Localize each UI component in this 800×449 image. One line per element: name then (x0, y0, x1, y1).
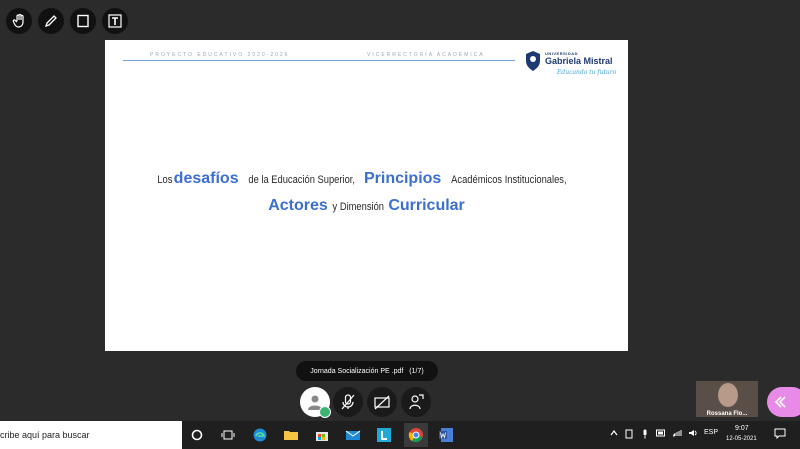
clock-date[interactable]: 12-05-2021 (726, 436, 757, 442)
language-indicator[interactable]: ESP (704, 429, 718, 436)
shared-file-pill: Jornada Socialización PE .pdf (1/7) (296, 361, 438, 381)
text-tool-icon (108, 14, 122, 28)
title-text-segment: y Dimensión (332, 201, 384, 213)
word-icon (439, 428, 453, 442)
slide-header-vicerrectoria: VICERRECTORÍA ACADÉMICA (367, 52, 485, 58)
title-text-segment: de la Educación Superior, (247, 174, 355, 186)
edge-taskbar-button[interactable] (251, 426, 269, 444)
title-highlight-word: desafíos (173, 170, 239, 187)
slide-title-line-2: Actores y Dimensión Curricular (105, 197, 628, 215)
title-text-segment: Académicos Institucionales, (451, 174, 567, 186)
store-button[interactable] (313, 426, 331, 444)
mail-button[interactable] (344, 426, 362, 444)
logo-tagline: Educando tu futuro (557, 69, 617, 76)
battery-icon (656, 429, 665, 437)
slide-header-project: PROYECTO EDUCATIVO 2020-2026 (150, 52, 290, 58)
slide-divider (123, 60, 515, 61)
title-text-segment: Los (157, 174, 173, 186)
presentation-slide: PROYECTO EDUCATIVO 2020-2026 VICERRECTOR… (105, 40, 628, 351)
notifications-button[interactable] (774, 428, 786, 441)
camera-toggle-button[interactable] (367, 387, 397, 417)
clock-time[interactable]: 9:07 (735, 425, 749, 432)
folder-icon (284, 431, 298, 440)
speaker-icon (689, 430, 697, 436)
mic-toggle-button[interactable] (333, 387, 363, 417)
onedrive-tray-item[interactable] (656, 429, 666, 439)
camera-off-icon (374, 395, 390, 410)
university-logo: UNIVERSIDAD Gabriela Mistral Educando tu… (525, 48, 625, 82)
title-highlight-word: Curricular (388, 197, 465, 214)
chevron-left-icon (774, 396, 786, 408)
cortana-button[interactable] (188, 426, 206, 444)
cortana-circle-icon (191, 429, 203, 441)
usb-icon (625, 429, 633, 439)
side-panel-toggle[interactable] (767, 387, 800, 417)
chrome-icon (408, 428, 423, 443)
participant-face (718, 383, 738, 407)
store-bag-icon (316, 432, 328, 441)
network-icon (673, 430, 682, 437)
pencil-tool-button[interactable] (38, 8, 64, 34)
file-explorer-button[interactable] (282, 426, 300, 444)
logo-university-name: Gabriela Mistral (545, 56, 613, 66)
word-button[interactable] (437, 426, 455, 444)
task-view-button[interactable] (219, 426, 237, 444)
title-highlight-word: Principios (363, 170, 442, 187)
file-page-count: (1/7) (409, 367, 424, 375)
participant-video-thumbnail[interactable]: Rossana Flo... (696, 381, 758, 417)
search-placeholder: cribe aquí para buscar (0, 430, 90, 440)
microphone-icon (643, 429, 647, 439)
mail-icon (345, 430, 361, 440)
participant-name: Rossana Flo... (706, 411, 748, 417)
pencil-tool-icon (44, 15, 57, 28)
chevron-up-icon (610, 430, 618, 436)
status-check-icon (319, 406, 331, 418)
usb-tray-item[interactable] (625, 429, 633, 441)
rectangle-tool-button[interactable] (70, 8, 96, 34)
mic-off-icon (341, 394, 355, 410)
volume-tray-item[interactable] (688, 429, 698, 439)
share-person-icon (409, 394, 424, 410)
hand-tool-icon (12, 13, 24, 28)
windows-taskbar: cribe aquí para buscar ESP 9:07 12-05-20… (0, 421, 800, 449)
letter-l-app-icon (377, 428, 391, 442)
text-tool-button[interactable] (102, 8, 128, 34)
title-highlight-word: Actores (268, 197, 328, 214)
mic-tray-item[interactable] (641, 429, 649, 441)
task-view-icon (221, 430, 235, 440)
file-name: Jornada Socialización PE .pdf (310, 367, 404, 375)
show-hidden-icons-chevron[interactable] (610, 429, 618, 439)
slide-title-line-1: Los desafíos de la Educación Superior, P… (105, 170, 628, 188)
notification-speech-icon (774, 428, 786, 440)
share-screen-button[interactable] (401, 387, 431, 417)
app-l-button[interactable] (375, 426, 393, 444)
rectangle-tool-icon (77, 14, 89, 28)
self-avatar-button[interactable] (300, 387, 331, 418)
taskbar-search-box[interactable]: cribe aquí para buscar (0, 421, 182, 449)
network-tray-item[interactable] (672, 429, 682, 439)
hand-tool-button[interactable] (6, 8, 32, 34)
chrome-button[interactable] (404, 423, 428, 447)
edge-icon (253, 428, 267, 442)
shield-icon (526, 51, 540, 71)
